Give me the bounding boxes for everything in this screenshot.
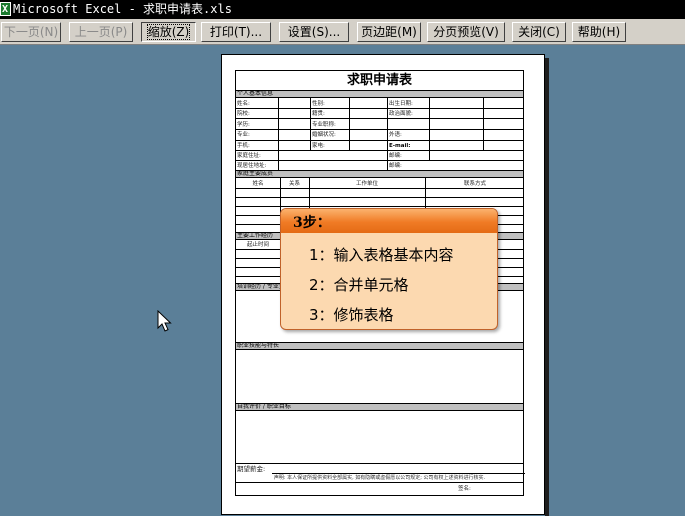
row-line — [236, 463, 523, 464]
field-email: E-mail: — [389, 143, 411, 149]
excel-icon — [0, 0, 11, 19]
next-page-button[interactable]: 下一页(N) — [1, 22, 61, 42]
field-marital: 婚姻状况: — [312, 132, 336, 138]
section-personal-info: 个人基本信息 — [236, 90, 523, 98]
field-current-postcode: 邮编: — [389, 163, 402, 169]
margins-button[interactable]: 页边距(M) — [357, 22, 421, 42]
window-title: Microsoft Excel - 求职申请表.xls — [13, 2, 232, 16]
row-line — [272, 473, 525, 474]
col-line — [429, 98, 430, 160]
field-school: 院校: — [237, 111, 250, 117]
family-header-relation: 关系 — [288, 181, 300, 187]
field-address: 家庭住址: — [237, 153, 261, 159]
field-name: 姓名: — [237, 101, 250, 107]
family-header-contact: 联系方式 — [463, 181, 486, 187]
col-line — [387, 98, 388, 170]
section-self-evaluation: 自我评价 / 职业目标 — [236, 403, 523, 411]
row-line — [236, 108, 523, 109]
section-family: 家庭主要成员 — [236, 170, 523, 178]
row-line — [236, 160, 523, 161]
field-education: 学历: — [237, 122, 250, 128]
col-line — [483, 98, 484, 150]
family-header-employer: 工作单位 — [355, 181, 378, 187]
field-postcode: 邮编: — [389, 153, 402, 159]
field-language: 外语: — [389, 132, 402, 138]
field-gender: 性别: — [312, 101, 325, 107]
print-button[interactable]: 打印(T)... — [201, 22, 271, 42]
field-birth: 出生日期: — [389, 101, 413, 107]
field-native: 籍贯: — [312, 111, 325, 117]
field-specialty: 专业: — [237, 132, 250, 138]
page-shadow — [545, 58, 549, 516]
form-title: 求职申请表 — [346, 73, 412, 88]
previous-page-button[interactable]: 上一页(P) — [69, 22, 133, 42]
mouse-cursor-icon — [157, 310, 172, 332]
close-button[interactable]: 关闭(C) — [512, 22, 566, 42]
row-line — [236, 129, 523, 130]
page-break-preview-button[interactable]: 分页预览(V) — [427, 22, 505, 42]
row-line — [236, 118, 523, 119]
field-phone: 手机: — [237, 143, 250, 149]
field-current-address: 现居住地址: — [237, 163, 267, 169]
col-line — [349, 98, 350, 150]
declaration-text: 声明: 本人保证所提供资料全部属实, 如有隐瞒或虚假愿以公司规定; 公司有权上述… — [273, 475, 486, 481]
col-line — [278, 98, 279, 170]
step-3: 3：修饰表格 — [309, 306, 394, 324]
print-preview-toolbar: 下一页(N) 上一页(P) 缩放(Z) 打印(T)... 设置(S)... 页边… — [0, 19, 685, 45]
family-header-name: 姓名 — [252, 181, 264, 187]
step-2: 2：合并单元格 — [309, 276, 409, 294]
field-home-phone: 家电: — [312, 143, 325, 149]
steps-callout: 3步： 1：输入表格基本内容 2：合并单元格 3：修饰表格 — [280, 208, 498, 330]
row-line — [236, 140, 523, 141]
work-header-period: 起止时间 — [246, 242, 269, 248]
row-line — [236, 150, 523, 151]
field-political: 政治面貌: — [389, 111, 413, 117]
setup-button[interactable]: 设置(S)... — [279, 22, 349, 42]
field-major-title: 专业职称: — [312, 122, 336, 128]
expected-salary-label: 期望薪金: — [237, 465, 266, 473]
callout-header: 3步： — [281, 209, 497, 233]
col-line — [310, 98, 311, 150]
signature-label: 签名: — [458, 486, 471, 492]
help-button[interactable]: 帮助(H) — [572, 22, 626, 42]
section-skills: 职业技能与特长 — [236, 342, 523, 350]
zoom-button[interactable]: 缩放(Z) — [141, 22, 196, 42]
row-line — [236, 482, 523, 483]
callout-title: 3步： — [293, 215, 331, 231]
title-bar: Microsoft Excel - 求职申请表.xls — [0, 0, 685, 19]
step-1: 1：输入表格基本内容 — [309, 246, 454, 264]
